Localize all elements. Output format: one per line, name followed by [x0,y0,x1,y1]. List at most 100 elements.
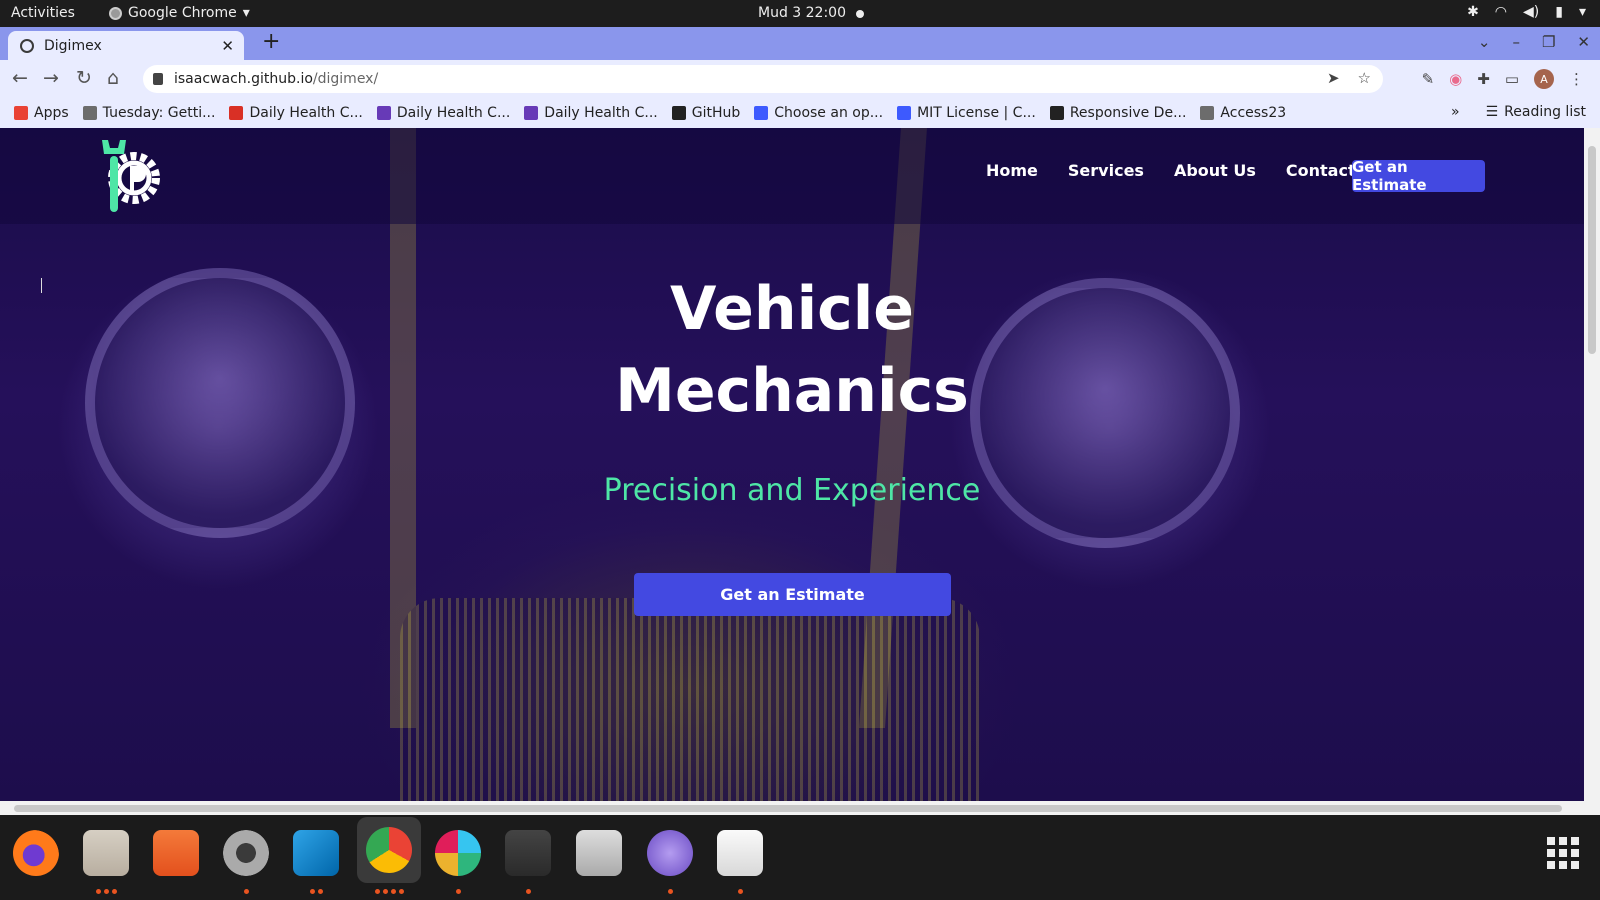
nav-get-estimate-button[interactable]: Get an Estimate [1352,158,1485,194]
battery-icon: ▮ [1555,4,1563,20]
tab-strip: Digimex ✕ + ⌄ – ❐ ✕ [0,27,1600,60]
close-window-icon[interactable]: ✕ [1577,33,1590,51]
app-menu[interactable]: Google Chrome ▾ [109,5,250,21]
forms-icon [524,106,539,120]
dock-item[interactable] [571,825,627,881]
record-extension-icon[interactable]: ◉ [1449,70,1462,88]
hero-section: Home Services About Us Contact Us Get an… [0,128,1584,801]
bookmark-label: MIT License | C... [917,105,1036,121]
nav-home[interactable]: Home [986,161,1038,180]
horizontal-scrollbar[interactable] [0,801,1584,815]
app-menu-label: Google Chrome [128,5,237,21]
bookmark-label: Apps [34,105,69,121]
bookmark-item[interactable]: Daily Health C... [229,105,363,121]
bookmark-item[interactable]: Access23 [1200,105,1286,121]
dock-item[interactable] [8,825,64,881]
bookmark-label: Access23 [1220,105,1287,121]
running-indicator [95,889,117,894]
bookmarks-bar: Apps Tuesday: Getti... Daily Health C... Da… [0,98,1600,128]
reading-list-icon: ☰ [1485,104,1499,120]
globe-icon [1049,106,1064,120]
notification-dot-icon [856,10,864,18]
slack-tray-icon[interactable]: ✱ [1467,4,1479,20]
slack-icon [435,830,481,876]
bookmark-item[interactable]: Daily Health C... [376,105,511,121]
bookmark-item[interactable]: Tuesday: Getti... [82,105,215,121]
question-icon [754,106,769,120]
bookmarks-overflow-button[interactable]: » [1451,104,1460,120]
network-browser-icon [647,830,693,876]
running-indicator [667,889,673,894]
scrollbar-thumb[interactable] [14,805,1562,812]
question-icon [897,106,912,120]
bookmark-label: Responsive De... [1069,105,1187,121]
lock-icon[interactable] [153,73,163,85]
url-host: isaacwach.github.io [174,71,313,87]
dock-item[interactable] [357,817,421,883]
puzzle-extensions-icon[interactable]: ✚ [1477,70,1490,88]
reading-list-label: Reading list [1504,104,1586,120]
tab-digimex[interactable]: Digimex ✕ [8,31,244,60]
reload-icon[interactable]: ↻ [76,67,92,89]
hero-title-line-1: Vehicle [670,274,914,344]
home-icon[interactable]: ⌂ [107,67,119,89]
volume-icon: ◀) [1523,4,1540,20]
dock-item[interactable] [288,825,344,881]
dock-item[interactable] [500,825,556,881]
scrollbar-thumb[interactable] [1588,146,1596,354]
dock-item[interactable] [642,825,698,881]
files-icon [83,830,129,876]
dock-item[interactable] [218,825,274,881]
vertical-scrollbar[interactable] [1584,128,1600,815]
clock[interactable]: Mud 3 22:00 [758,5,846,21]
gmail-icon [229,106,244,120]
digimex-logo-icon[interactable] [98,136,164,216]
nav-services[interactable]: Services [1068,161,1144,180]
minimize-icon[interactable]: – [1512,33,1520,51]
bookmark-item[interactable]: GitHub [671,105,740,121]
new-tab-button[interactable]: + [262,29,280,54]
dock-item[interactable] [430,825,486,881]
tab-search-icon[interactable]: ⌄ [1478,33,1491,51]
restore-icon[interactable]: ❐ [1542,33,1555,51]
window-controls: ⌄ – ❐ ✕ [1478,33,1590,51]
show-applications-icon[interactable] [1547,837,1579,869]
forward-icon[interactable]: → [43,67,59,89]
globe-favicon-icon [20,38,34,53]
kebab-menu-icon[interactable]: ⋮ [1569,70,1584,88]
system-tray[interactable]: ✱ ◠ ◀) ▮ ▾ [1467,4,1586,20]
dock-item[interactable] [712,825,768,881]
terminal-icon [505,830,551,876]
address-bar[interactable]: isaacwach.github.io/digimex/ ➤ ☆ [143,65,1383,93]
pen-extension-icon[interactable]: ✎ [1422,70,1435,88]
tab-title: Digimex [44,37,102,54]
site-header: Home Services About Us Contact Us Get an… [0,128,1584,224]
nav-about-us[interactable]: About Us [1174,161,1256,180]
dock-item[interactable] [148,825,204,881]
close-tab-icon[interactable]: ✕ [221,37,234,55]
bookmark-label: Daily Health C... [396,105,511,121]
activities-button[interactable]: Activities [11,5,75,21]
send-icon[interactable]: ➤ [1327,69,1340,87]
bookmark-item[interactable]: Daily Health C... [524,105,658,121]
chevron-down-icon: ▾ [242,5,250,21]
text-editor-icon [717,830,763,876]
back-icon[interactable]: ← [12,67,28,89]
bookmark-item[interactable]: Responsive De... [1049,105,1187,121]
cast-icon[interactable]: ▭ [1505,70,1519,88]
bookmark-item[interactable]: Choose an op... [754,105,883,121]
running-indicator [737,889,743,894]
running-indicator [455,889,461,894]
dock-item[interactable] [78,825,134,881]
bookmark-item[interactable]: MIT License | C... [897,105,1036,121]
hero-title: Vehicle Mechanics [560,268,1024,432]
profile-avatar[interactable]: A [1534,69,1554,89]
reading-list-button[interactable]: ☰ Reading list [1486,104,1586,120]
github-icon [671,106,686,120]
bookmark-label: Choose an op... [774,105,884,121]
bookmark-label: Daily Health C... [249,105,363,121]
vscode-icon [293,830,339,876]
bookmark-star-icon[interactable]: ☆ [1358,69,1371,87]
hero-get-estimate-button[interactable]: Get an Estimate [634,573,951,616]
bookmark-item[interactable]: Apps [14,105,69,121]
